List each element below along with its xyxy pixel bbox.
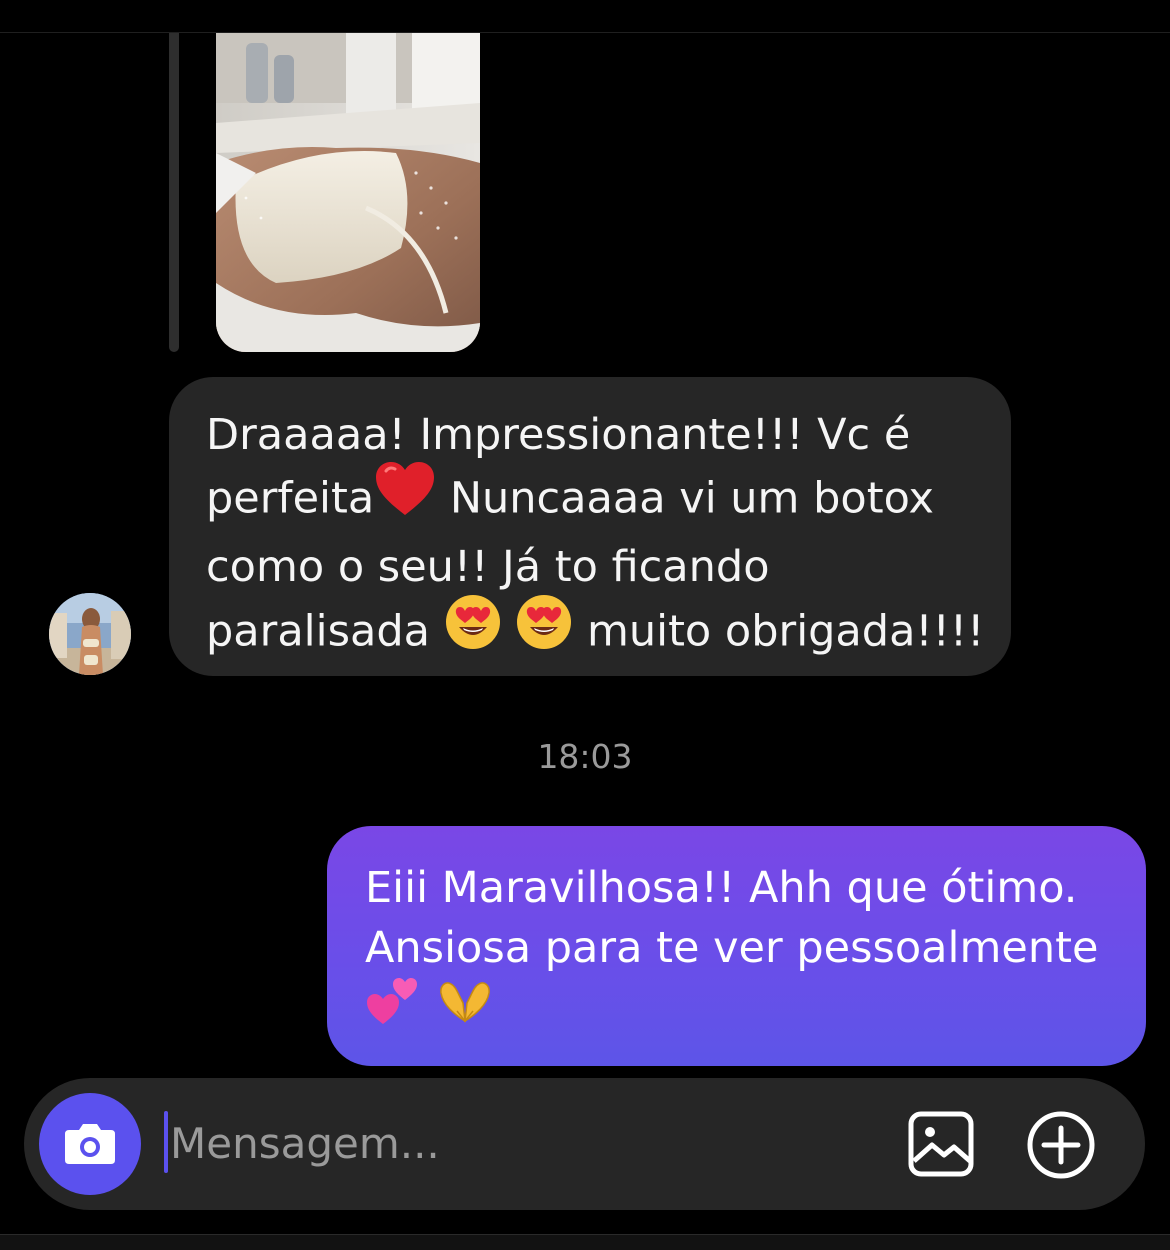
- reply-indicator-line: [169, 33, 179, 352]
- chat-screen: Draaaaa! Impressionante!!! Vc é perfeita…: [0, 0, 1170, 1250]
- incoming-line-2: perfeita Nuncaaaa vi um botox: [206, 462, 981, 537]
- incoming-text-1: Draaaaa! Impressionante!!! Vc é: [206, 410, 911, 460]
- outgoing-line-1: Eiii Maravilhosa!! Ahh que ótimo.: [365, 863, 1078, 913]
- incoming-line-3: como o seu!! Já to ficando: [206, 537, 981, 597]
- add-button[interactable]: [1025, 1109, 1097, 1181]
- incoming-line-1: Draaaaa! Impressionante!!! Vc é: [206, 405, 981, 465]
- two-hearts-emoji: [365, 974, 421, 1046]
- message-composer: [24, 1078, 1145, 1210]
- camera-button[interactable]: [39, 1093, 141, 1195]
- outgoing-line-2: Ansiosa para te ver pessoalmente: [365, 923, 1099, 973]
- incoming-text-2: perfeita: [206, 473, 375, 524]
- outgoing-line-3: [365, 978, 1116, 1050]
- outgoing-message-bubble[interactable]: Eiii Maravilhosa!! Ahh que ótimo. Ansios…: [327, 826, 1146, 1066]
- camera-icon: [65, 1124, 115, 1164]
- message-timestamp: 18:03: [537, 737, 633, 776]
- bottom-bar: [0, 1234, 1170, 1250]
- incoming-text-6: muito obrigada!!!!: [586, 606, 985, 657]
- text-caret: [164, 1111, 168, 1173]
- heart-eyes-emoji: [444, 593, 502, 667]
- heart-eyes-emoji-2: [515, 593, 573, 667]
- incoming-line-4: paralisada muito obrigada!!!!: [206, 595, 985, 671]
- incoming-text-5: paralisada: [206, 606, 430, 657]
- incoming-text-4: como o seu!! Já to ficando: [206, 542, 770, 592]
- red-heart-emoji: [374, 461, 436, 533]
- sender-avatar[interactable]: [49, 593, 131, 675]
- gallery-button[interactable]: [906, 1110, 976, 1178]
- message-input[interactable]: [170, 1108, 870, 1178]
- gallery-icon: [908, 1111, 974, 1177]
- incoming-message-bubble[interactable]: Draaaaa! Impressionante!!! Vc é perfeita…: [169, 377, 1011, 676]
- avatar-image: [49, 593, 131, 675]
- add-circle-icon: [1027, 1111, 1095, 1179]
- shared-photo[interactable]: [216, 33, 480, 352]
- shared-photo-image: [216, 33, 480, 352]
- heart-hands-emoji: [435, 977, 495, 1043]
- incoming-text-3: Nuncaaaa vi um botox: [449, 473, 935, 524]
